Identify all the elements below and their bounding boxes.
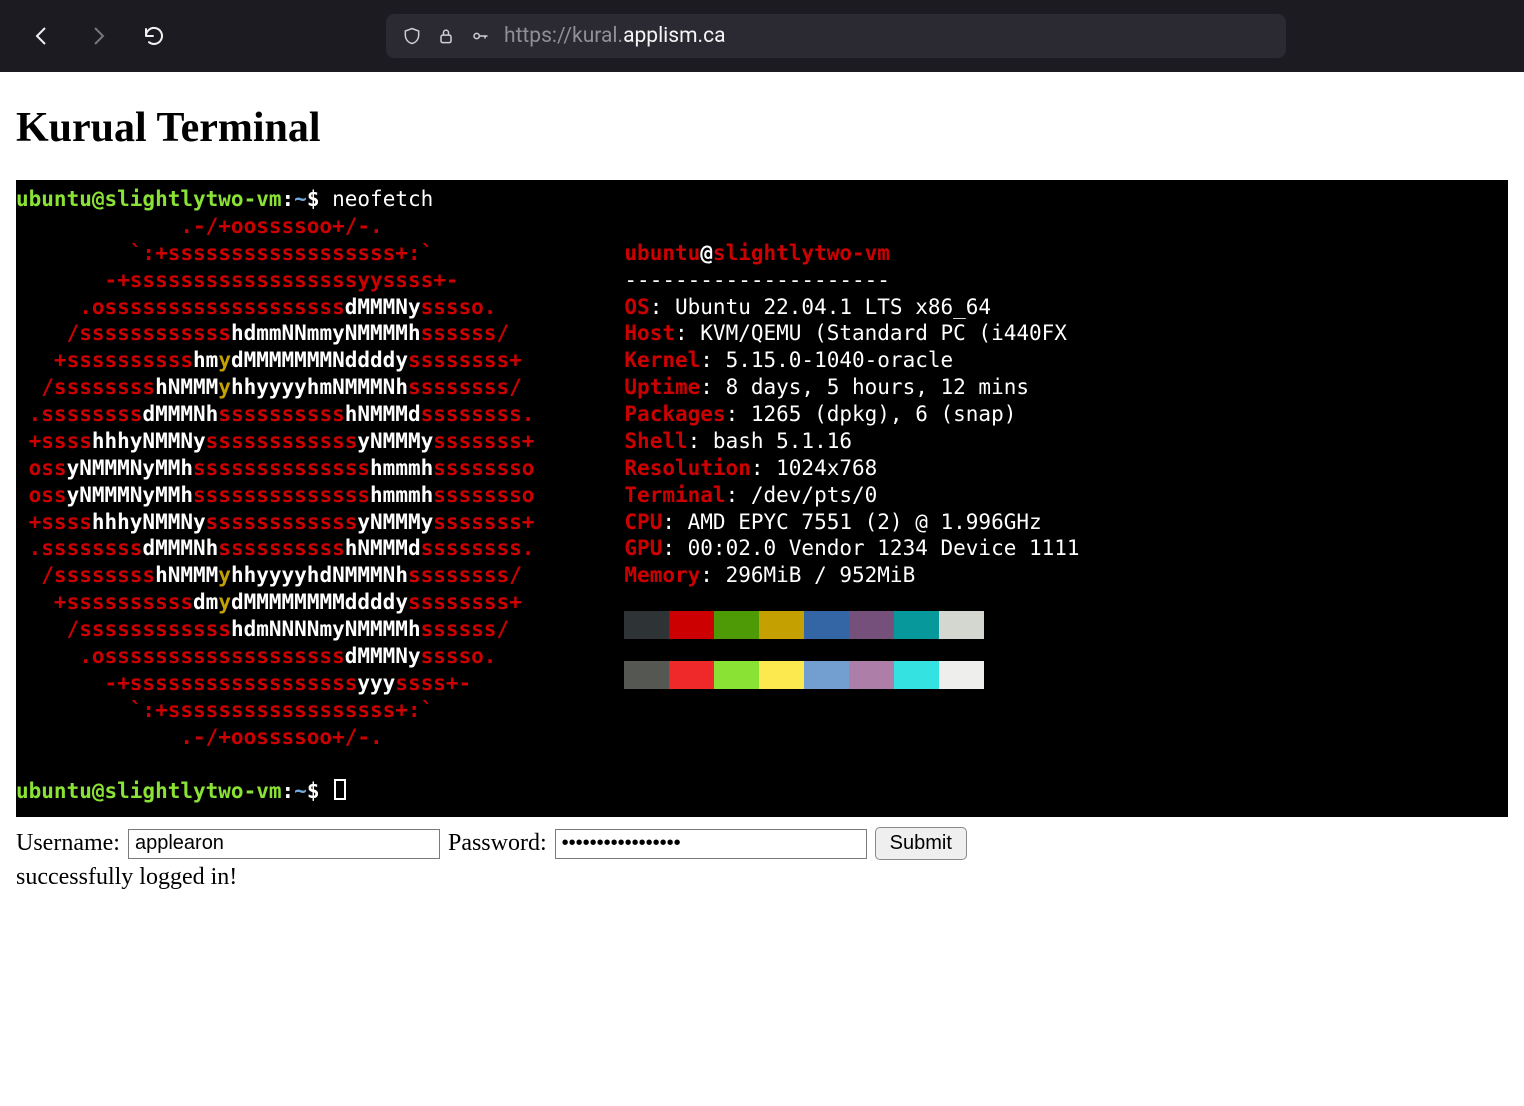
arrow-right-icon	[86, 24, 110, 48]
login-form: Username: Password: Submit	[16, 827, 1508, 860]
key-icon	[470, 26, 490, 46]
password-label: Password:	[448, 830, 547, 857]
color-swatches-row-2	[624, 661, 1079, 689]
terminal[interactable]: ubuntu@slightlytwo-vm:~$ neofetch .-/+oo…	[16, 180, 1508, 817]
prompt-dollar: $	[307, 187, 332, 211]
prompt-user: ubuntu@slightlytwo-vm	[16, 187, 282, 211]
color-swatch	[669, 611, 714, 639]
info-uptime: Uptime: 8 days, 5 hours, 12 mins	[624, 375, 1029, 399]
ascii-logo: .-/+oossssoo+/-. `:+ssssssssssssssssss+:…	[16, 213, 534, 751]
info-resolution: Resolution: 1024x768	[624, 456, 877, 480]
color-swatch	[939, 611, 984, 639]
color-swatch	[849, 661, 894, 689]
info-terminal: Terminal: /dev/pts/0	[624, 483, 877, 507]
color-swatch	[894, 611, 939, 639]
info-memory: Memory: 296MiB / 952MiB	[624, 563, 915, 587]
color-swatch	[894, 661, 939, 689]
url-bar[interactable]: https://kural.applism.ca	[386, 14, 1286, 58]
color-swatch	[804, 661, 849, 689]
username-input[interactable]	[128, 829, 440, 859]
prompt-colon: :	[282, 779, 295, 803]
color-swatch	[939, 661, 984, 689]
arrow-left-icon	[30, 24, 54, 48]
reload-button[interactable]	[130, 12, 178, 60]
color-swatch	[624, 661, 669, 689]
shield-icon	[402, 26, 422, 46]
submit-button[interactable]: Submit	[875, 827, 967, 860]
lock-icon	[436, 26, 456, 46]
username-label: Username:	[16, 830, 120, 857]
prompt-user: ubuntu@slightlytwo-vm	[16, 779, 282, 803]
info-kernel: Kernel: 5.15.0-1040-oracle	[624, 348, 953, 372]
back-button[interactable]	[18, 12, 66, 60]
color-swatches-row-1	[624, 611, 1079, 639]
info-shell: Shell: bash 5.1.16	[624, 429, 852, 453]
color-swatch	[759, 611, 804, 639]
page-title: Kurual Terminal	[16, 104, 1508, 152]
page-content: Kurual Terminal ubuntu@slightlytwo-vm:~$…	[0, 72, 1524, 913]
prompt-path: ~	[294, 779, 307, 803]
color-swatch	[804, 611, 849, 639]
prompt-dollar: $	[307, 779, 332, 803]
cursor	[334, 779, 346, 800]
info-host: Host: KVM/QEMU (Standard PC (i440FX	[624, 321, 1067, 345]
neofetch-title: ubuntu@slightlytwo-vm	[624, 241, 890, 265]
neofetch-separator: ---------------------	[624, 268, 890, 292]
browser-toolbar: https://kural.applism.ca	[0, 0, 1524, 72]
info-packages: Packages: 1265 (dpkg), 6 (snap)	[624, 402, 1016, 426]
color-swatch	[669, 661, 714, 689]
neofetch-info: ubuntu@slightlytwo-vm ------------------…	[624, 213, 1079, 689]
neofetch-output: .-/+oossssoo+/-. `:+ssssssssssssssssss+:…	[16, 213, 1508, 751]
color-swatch	[624, 611, 669, 639]
color-swatch	[759, 661, 804, 689]
info-gpu: GPU: 00:02.0 Vendor 1234 Device 1111	[624, 536, 1079, 560]
reload-icon	[142, 24, 166, 48]
color-swatch	[714, 611, 759, 639]
url-text: https://kural.applism.ca	[504, 24, 726, 48]
info-cpu: CPU: AMD EPYC 7551 (2) @ 1.996GHz	[624, 510, 1041, 534]
prompt-colon: :	[282, 187, 295, 211]
login-status: successfully logged in!	[16, 864, 1508, 891]
prompt-path: ~	[294, 187, 307, 211]
prompt-command: neofetch	[332, 187, 433, 211]
info-os: OS: Ubuntu 22.04.1 LTS x86_64	[624, 295, 991, 319]
forward-button[interactable]	[74, 12, 122, 60]
color-swatch	[849, 611, 894, 639]
color-swatch	[714, 661, 759, 689]
password-input[interactable]	[555, 829, 867, 859]
